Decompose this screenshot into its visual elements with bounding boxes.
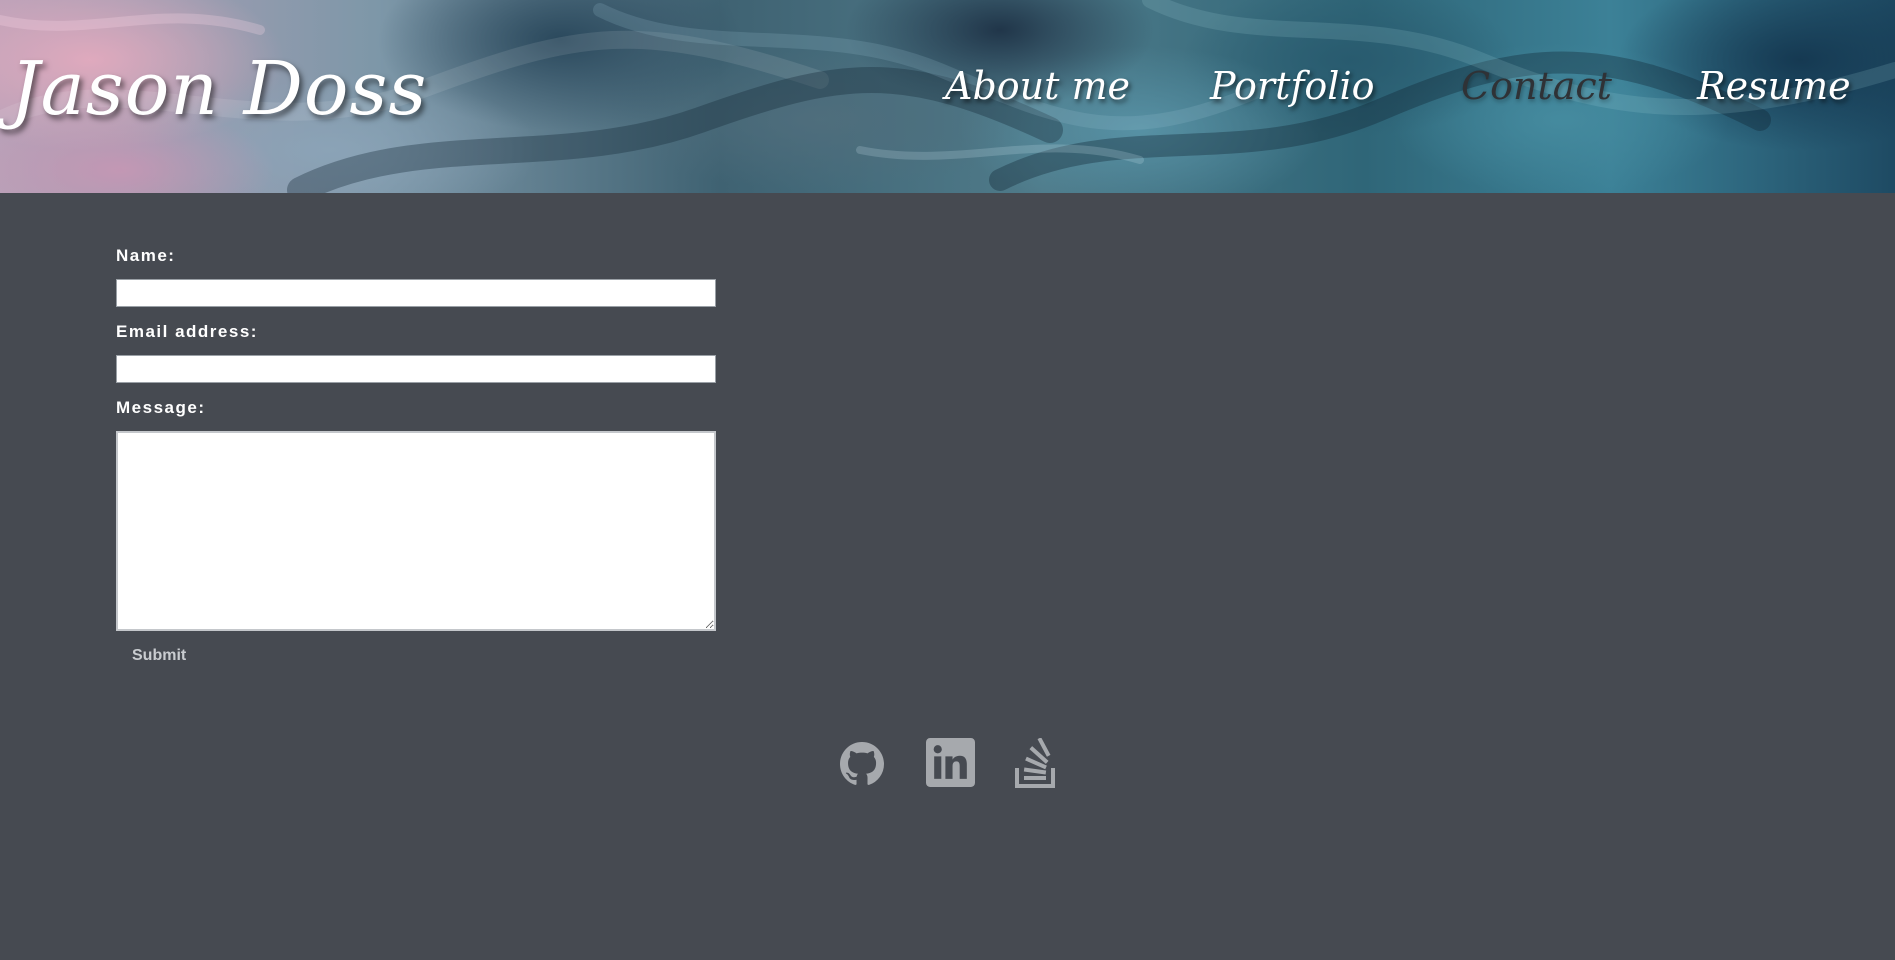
- contact-form: Name: Email address: Message: Submit: [116, 246, 716, 665]
- message-textarea[interactable]: [116, 431, 716, 631]
- linkedin-glyph: [926, 738, 975, 787]
- name-label: Name:: [116, 246, 176, 265]
- submit-button[interactable]: Submit: [132, 647, 186, 665]
- stackoverflow-glyph: [1015, 737, 1055, 788]
- github-icon[interactable]: [840, 742, 884, 791]
- stackoverflow-icon[interactable]: [1015, 737, 1057, 793]
- github-glyph: [840, 742, 884, 785]
- email-input[interactable]: [116, 355, 716, 383]
- nav-portfolio[interactable]: Portfolio: [1210, 64, 1374, 108]
- message-label: Message:: [116, 398, 206, 417]
- nav-contact[interactable]: Contact: [1461, 64, 1612, 108]
- email-label: Email address:: [116, 322, 258, 341]
- linkedin-icon[interactable]: [926, 738, 975, 792]
- nav-resume[interactable]: Resume: [1697, 64, 1851, 108]
- site-header: Jason Doss About me Portfolio Contact Re…: [0, 0, 1895, 193]
- nav-about-me[interactable]: About me: [945, 64, 1130, 108]
- name-input[interactable]: [116, 279, 716, 307]
- social-links: [835, 737, 1075, 793]
- main-nav: About me Portfolio Contact Resume: [0, 64, 1895, 124]
